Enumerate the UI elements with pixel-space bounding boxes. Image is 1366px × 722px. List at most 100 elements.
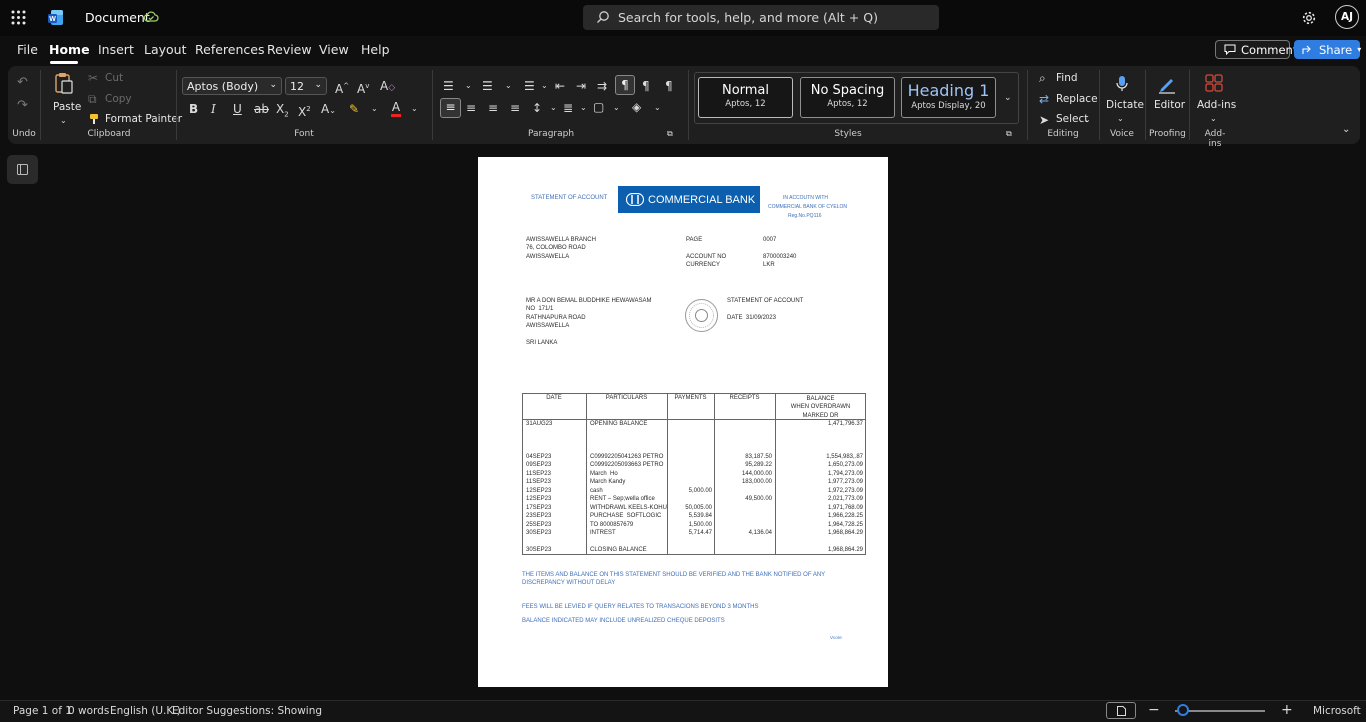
zoom-out-icon[interactable]: − bbox=[1148, 702, 1160, 718]
undo-icon[interactable]: ↶ bbox=[17, 76, 28, 90]
chevron-down-icon[interactable]: ⌄ bbox=[505, 79, 512, 93]
editor-suggestions-status[interactable]: Editor Suggestions: Showing bbox=[172, 705, 322, 717]
paragraph-spacing-icon[interactable]: ≣ bbox=[563, 101, 573, 115]
cut-label[interactable]: Cut bbox=[105, 72, 123, 84]
user-avatar[interactable]: AJ bbox=[1335, 5, 1359, 29]
chevron-down-icon[interactable]: ⌄ bbox=[465, 79, 472, 93]
find-icon[interactable]: ⌕ bbox=[1039, 71, 1046, 85]
show-formatting-button[interactable]: ¶ bbox=[615, 75, 635, 95]
chevron-down-icon[interactable]: ⌄ bbox=[371, 102, 378, 116]
style-no-spacing[interactable]: No Spacing Aptos, 12 bbox=[800, 77, 895, 118]
paragraph-dialog-launcher-icon[interactable]: ⧉ bbox=[667, 127, 673, 141]
document-title[interactable]: Document bbox=[85, 10, 150, 25]
superscript-icon[interactable]: X2 bbox=[298, 102, 311, 119]
settings-gear-icon[interactable] bbox=[1301, 10, 1317, 26]
format-painter-icon[interactable] bbox=[89, 113, 99, 125]
find-label[interactable]: Find bbox=[1056, 72, 1078, 84]
scissors-icon[interactable]: ✂ bbox=[88, 71, 98, 85]
paragraph-mark-icon[interactable]: ¶ bbox=[642, 79, 650, 93]
ribbon-collapse-chevron-icon[interactable]: ⌄ bbox=[1342, 123, 1350, 137]
menu-insert[interactable]: Insert bbox=[98, 42, 134, 57]
shading-icon[interactable]: ◈ bbox=[632, 100, 641, 114]
grow-font-icon[interactable]: A^ bbox=[335, 79, 349, 96]
share-button[interactable]: Share ▾ bbox=[1294, 40, 1361, 59]
chevron-down-icon[interactable]: ⌄ bbox=[613, 101, 620, 115]
style-normal[interactable]: Normal Aptos, 12 bbox=[698, 77, 793, 118]
font-size-dropdown[interactable]: 12 ⌄ bbox=[285, 77, 327, 95]
font-color-icon[interactable]: A bbox=[391, 100, 401, 117]
chevron-down-icon[interactable]: ⌄ bbox=[1210, 112, 1217, 126]
menu-view[interactable]: View bbox=[319, 42, 349, 57]
copy-icon[interactable]: ⧉ bbox=[88, 92, 97, 106]
chevron-down-icon[interactable]: ⌄ bbox=[550, 101, 557, 115]
menu-file[interactable]: File bbox=[17, 42, 38, 57]
highlight-icon[interactable]: ✎ bbox=[349, 102, 359, 116]
styles-more-chevron-icon[interactable]: ⌄ bbox=[1004, 91, 1012, 105]
clear-formatting-icon[interactable]: A◇ bbox=[380, 79, 395, 95]
increase-indent-icon[interactable]: ⇥ bbox=[576, 79, 586, 93]
subscript-icon[interactable]: X2 bbox=[276, 102, 289, 121]
chevron-down-icon[interactable]: ⌄ bbox=[1084, 113, 1091, 127]
borders-icon[interactable]: ▢ bbox=[593, 100, 604, 114]
replace-label[interactable]: Replace bbox=[1056, 93, 1098, 105]
underline-icon[interactable]: U bbox=[233, 102, 242, 116]
chevron-down-icon[interactable]: ⌄ bbox=[654, 101, 661, 115]
addins-label[interactable]: Add-ins bbox=[1197, 99, 1236, 111]
format-painter-label[interactable]: Format Painter bbox=[105, 113, 182, 125]
redo-icon[interactable]: ↷ bbox=[17, 99, 28, 113]
align-center-icon[interactable]: ≡ bbox=[466, 101, 476, 115]
page-count[interactable]: Page 1 of 1 bbox=[13, 705, 72, 717]
dictate-label[interactable]: Dictate bbox=[1106, 99, 1144, 111]
justify-icon[interactable]: ≡ bbox=[510, 101, 520, 115]
align-left-button[interactable]: ≡ bbox=[440, 98, 461, 118]
replace-icon[interactable]: ⇄ bbox=[1039, 92, 1049, 106]
pilcrow-icon[interactable]: ¶ bbox=[665, 79, 673, 93]
addins-grid-icon[interactable] bbox=[1205, 74, 1223, 92]
menu-references[interactable]: References bbox=[195, 42, 264, 57]
microphone-icon[interactable] bbox=[1115, 75, 1129, 93]
comments-button[interactable]: Comments bbox=[1215, 40, 1303, 59]
navigation-pane-button[interactable] bbox=[7, 155, 38, 184]
app-launcher-icon[interactable] bbox=[11, 10, 26, 25]
bold-icon[interactable]: B bbox=[189, 102, 198, 116]
italic-icon[interactable]: I bbox=[211, 102, 216, 116]
numbering-icon[interactable]: ☰ bbox=[482, 79, 493, 93]
chevron-down-icon[interactable]: ⌄ bbox=[541, 79, 548, 93]
multilevel-list-icon[interactable]: ☰ bbox=[524, 79, 535, 93]
paste-chevron-down-icon[interactable]: ⌄ bbox=[60, 114, 67, 128]
styles-dialog-launcher-icon[interactable]: ⧉ bbox=[1006, 127, 1012, 141]
select-cursor-icon[interactable]: ➤ bbox=[1039, 113, 1049, 127]
line-spacing-icon[interactable]: ↕ bbox=[532, 101, 542, 115]
search-box[interactable]: Search for tools, help, and more (Alt + … bbox=[583, 5, 939, 30]
table-cell: 5,714.47 bbox=[688, 530, 712, 537]
editor-pen-icon[interactable] bbox=[1157, 74, 1177, 94]
copy-label[interactable]: Copy bbox=[105, 93, 132, 105]
paste-label[interactable]: Paste bbox=[53, 101, 81, 113]
chevron-down-icon[interactable]: ⌄ bbox=[580, 101, 587, 115]
print-layout-button[interactable] bbox=[1106, 702, 1136, 719]
editor-label[interactable]: Editor bbox=[1154, 99, 1185, 111]
text-effects-icon[interactable]: A⌄ bbox=[321, 102, 336, 118]
zoom-slider-thumb[interactable] bbox=[1177, 704, 1189, 716]
language-status[interactable]: English (U.K.) bbox=[110, 705, 181, 717]
font-name-dropdown[interactable]: Aptos (Body) ⌄ bbox=[182, 77, 282, 95]
bullets-icon[interactable]: ☰ bbox=[443, 79, 454, 93]
chevron-down-icon[interactable]: ⌄ bbox=[1117, 112, 1124, 126]
chevron-down-icon[interactable]: ⌄ bbox=[411, 102, 418, 116]
document-page[interactable]: STATEMENT OF ACCOUNT COMMERCIAL BANK IN … bbox=[478, 157, 888, 687]
zoom-in-icon[interactable]: + bbox=[1281, 702, 1293, 718]
decrease-indent-icon[interactable]: ⇤ bbox=[555, 79, 565, 93]
table-cell: 1,971,768.09 bbox=[827, 504, 863, 511]
ltr-icon[interactable]: ⇉ bbox=[597, 79, 607, 93]
menu-review[interactable]: Review bbox=[267, 42, 312, 57]
table-cell: 1,554,983,.87 bbox=[826, 454, 863, 460]
shrink-font-icon[interactable]: Av bbox=[357, 79, 369, 96]
menu-help[interactable]: Help bbox=[361, 42, 390, 57]
align-right-icon[interactable]: ≡ bbox=[488, 101, 498, 115]
word-count[interactable]: 0 words bbox=[68, 705, 109, 717]
strikethrough-icon[interactable]: ab bbox=[254, 102, 269, 116]
menu-home[interactable]: Home bbox=[49, 42, 90, 57]
style-heading-1[interactable]: Heading 1 Aptos Display, 20 bbox=[901, 77, 996, 118]
menu-layout[interactable]: Layout bbox=[144, 42, 187, 57]
cloud-saved-icon[interactable] bbox=[143, 10, 159, 24]
